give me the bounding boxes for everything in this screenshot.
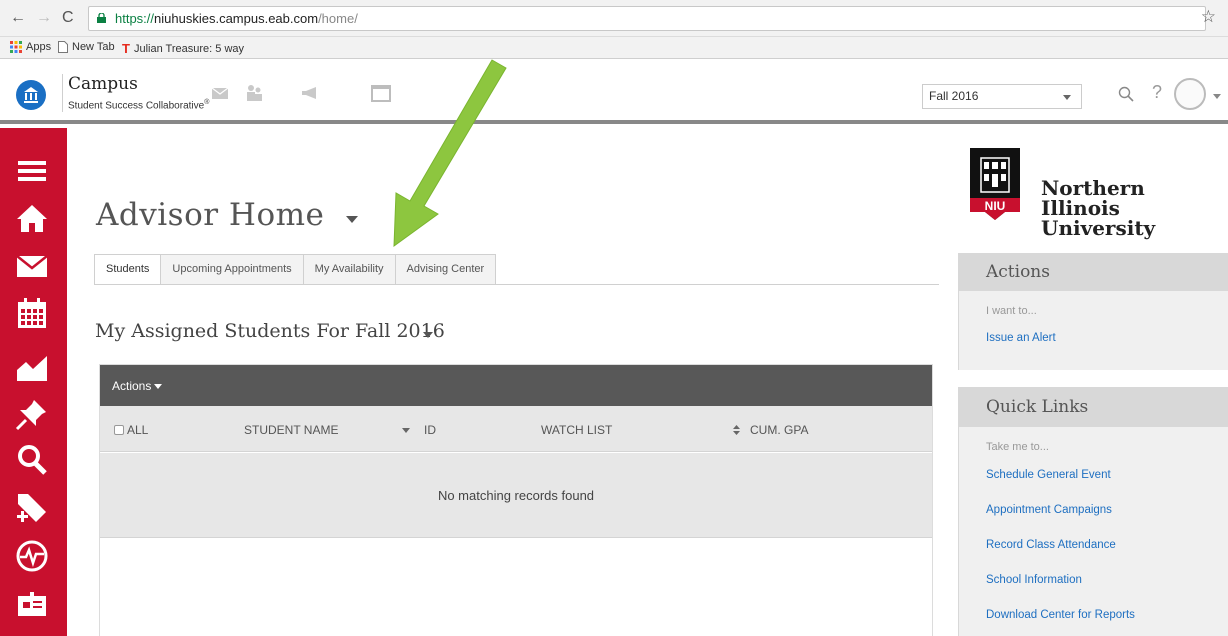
brand-name: Campus — [68, 74, 138, 94]
tab-upcoming-appointments[interactable]: Upcoming Appointments — [160, 254, 304, 285]
term-select[interactable]: Fall 2016 — [922, 84, 1082, 109]
pulse-icon[interactable] — [14, 538, 50, 574]
area-chart-icon[interactable] — [14, 350, 50, 386]
column-cum-gpa[interactable]: CUM. GPA — [750, 423, 808, 437]
chevron-down-icon — [154, 383, 163, 389]
university-name: Northern Illinois University — [1041, 176, 1156, 240]
add-tag-icon[interactable] — [14, 490, 50, 526]
issue-alert-link[interactable]: Issue an Alert — [959, 321, 1228, 356]
tab-students[interactable]: Students — [94, 254, 162, 285]
bookmarks-bar: Apps New Tab T Julian Treasure: 5 way — [0, 37, 1228, 59]
url-scheme: https:// — [115, 11, 155, 26]
title-chevron-down-icon[interactable] — [346, 216, 358, 223]
actions-panel-subtitle: I want to... — [986, 305, 1037, 317]
actions-dropdown-button[interactable]: Actions — [112, 379, 163, 393]
help-icon[interactable]: ? — [1152, 82, 1162, 103]
quick-links-title: Quick Links — [959, 387, 1228, 427]
column-id[interactable]: ID — [424, 423, 436, 437]
students-table: Actions ALL STUDENT NAME ID WATCH LIST C… — [99, 364, 933, 636]
home-icon[interactable] — [14, 200, 50, 236]
table-toolbar: Actions — [100, 365, 932, 406]
page-title[interactable]: Advisor Home — [96, 197, 324, 233]
apps-grid-icon — [10, 41, 22, 53]
bookmark-label: Julian Treasure: 5 way — [133, 42, 245, 55]
quick-links-panel: Quick Links Take me to... Schedule Gener… — [958, 387, 1228, 636]
building-icon — [24, 87, 38, 103]
brand-subtitle: Student Success Collaborative® — [68, 99, 210, 112]
reload-icon[interactable]: C — [62, 9, 74, 27]
presentation-icon[interactable] — [14, 590, 50, 626]
app-header: Campus Student Success Collaborative® Fa… — [0, 60, 1228, 124]
section-title[interactable]: My Assigned Students For Fall 2016 — [95, 320, 445, 342]
page-icon — [58, 41, 68, 53]
column-watch-list[interactable]: WATCH LIST — [541, 423, 612, 437]
checkbox-icon — [114, 425, 124, 435]
actions-label: Actions — [112, 379, 152, 393]
registered-mark: ® — [204, 99, 210, 106]
sidebar — [0, 128, 67, 636]
campus-logo[interactable] — [16, 80, 46, 110]
schedule-general-event-link[interactable]: Schedule General Event — [959, 458, 1228, 493]
column-student-name[interactable]: STUDENT NAME — [244, 423, 338, 437]
mail-icon[interactable] — [14, 248, 50, 284]
empty-state-message: No matching records found — [100, 453, 932, 538]
actions-panel-title: Actions — [959, 253, 1228, 291]
address-bar[interactable]: https://niuhuskies.campus.eab.com/home/ — [88, 6, 1206, 31]
bookmark-label: New Tab — [72, 41, 115, 53]
download-center-link[interactable]: Download Center for Reports — [959, 598, 1228, 633]
term-select-value: Fall 2016 — [929, 89, 979, 103]
appointment-campaigns-link[interactable]: Appointment Campaigns — [959, 493, 1228, 528]
calendar-icon[interactable] — [14, 296, 50, 332]
mail-icon[interactable] — [212, 88, 228, 99]
tab-bar: Students Upcoming Appointments My Availa… — [94, 254, 497, 285]
url-host: niuhuskies.campus.eab.com — [154, 11, 319, 26]
record-class-attendance-link[interactable]: Record Class Attendance — [959, 528, 1228, 563]
search-icon[interactable] — [1118, 86, 1134, 102]
annotation-arrow-icon — [393, 59, 507, 248]
niu-logo: NIU — [970, 148, 1020, 220]
lock-icon — [97, 13, 106, 23]
browser-toolbar: ← → C https://niuhuskies.campus.eab.com/… — [0, 0, 1228, 37]
tab-divider — [94, 284, 939, 285]
tab-advising-center[interactable]: Advising Center — [394, 254, 497, 285]
megaphone-icon[interactable] — [300, 87, 320, 99]
tab-my-availability[interactable]: My Availability — [302, 254, 396, 285]
logo-divider — [62, 74, 63, 112]
ted-icon: T — [122, 41, 130, 56]
bookmark-new-tab[interactable]: New Tab — [58, 41, 115, 53]
bookmark-apps[interactable]: Apps — [10, 41, 51, 53]
bookmark-label: Apps — [26, 41, 52, 53]
chevron-down-icon — [1063, 95, 1071, 100]
sort-down-icon[interactable] — [402, 428, 410, 433]
school-information-link[interactable]: School Information — [959, 563, 1228, 598]
avatar[interactable] — [1174, 78, 1206, 110]
niu-logo-text: NIU — [985, 199, 1006, 213]
bookmark-star-icon[interactable]: ☆ — [1201, 7, 1216, 27]
pin-icon[interactable] — [14, 396, 50, 432]
url-path: /home/ — [318, 11, 358, 26]
bookmark-julian-treasure[interactable]: T Julian Treasure: 5 way — [122, 41, 244, 56]
section-chevron-down-icon[interactable] — [423, 332, 433, 338]
people-icon[interactable] — [245, 84, 263, 101]
quick-links-subtitle: Take me to... — [986, 441, 1049, 453]
forward-arrow-icon[interactable]: → — [36, 9, 52, 27]
back-arrow-icon[interactable]: ← — [10, 9, 26, 27]
sort-icon[interactable] — [733, 425, 740, 435]
avatar-chevron-down-icon[interactable] — [1213, 94, 1221, 99]
actions-panel: Actions I want to... Issue an Alert — [958, 253, 1228, 370]
table-header: ALL STUDENT NAME ID WATCH LIST CUM. GPA — [100, 406, 932, 452]
menu-icon[interactable] — [14, 152, 50, 188]
select-all-checkbox[interactable]: ALL — [114, 423, 148, 437]
search-icon[interactable] — [14, 442, 50, 478]
